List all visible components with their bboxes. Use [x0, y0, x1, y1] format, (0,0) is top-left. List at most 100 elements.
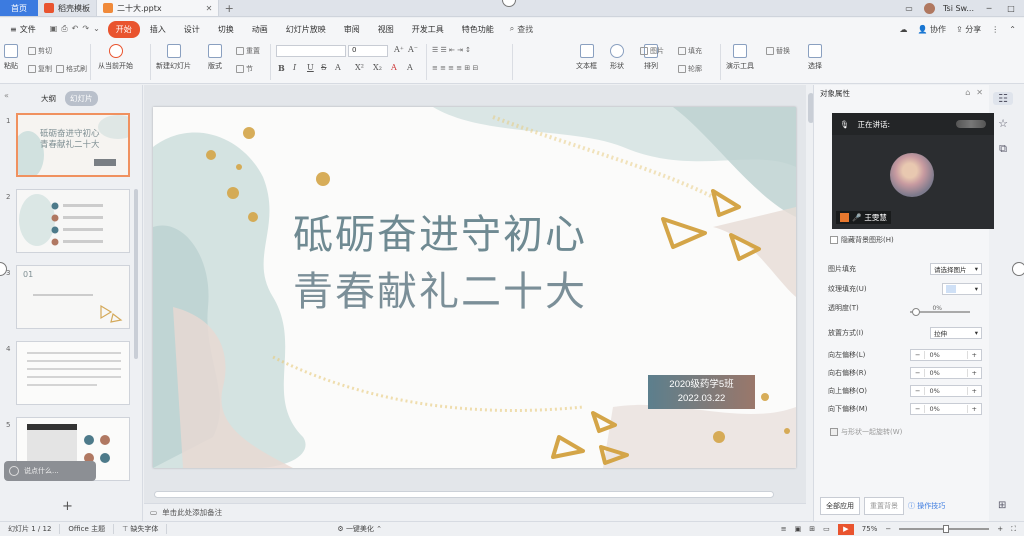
star-icon[interactable]: ☆	[998, 117, 1008, 130]
plus-icon[interactable]: +	[968, 369, 981, 377]
bullets-button[interactable]: ☰ ☰ ⇤ ⇥ ↕	[432, 46, 471, 54]
offset-up-value[interactable]: 0%	[924, 387, 968, 395]
add-slide-button[interactable]: +	[62, 499, 73, 514]
missing-font-button[interactable]: ⊤ 缺失字体	[114, 524, 168, 534]
print-icon[interactable]: ⎙	[61, 24, 67, 34]
tab-review[interactable]: 审阅	[336, 21, 368, 38]
tab-developer[interactable]: 开发工具	[404, 21, 452, 38]
slide-thumbnail-2[interactable]	[16, 189, 130, 253]
play-slideshow-button[interactable]: ▶	[837, 523, 854, 535]
placement-select[interactable]: 拉伸 ▾	[930, 327, 982, 339]
more-icon[interactable]: ⋮	[991, 25, 999, 34]
tab-transitions[interactable]: 切换	[210, 21, 242, 38]
save-icon[interactable]: ▣	[50, 24, 58, 34]
tab-view[interactable]: 视图	[370, 21, 402, 38]
file-menu[interactable]: ≡ 文件	[4, 24, 42, 35]
offset-up-stepper[interactable]: −0% +	[910, 385, 982, 397]
close-icon[interactable]: ✕	[976, 88, 983, 97]
reset-background-button[interactable]: 重置背景	[864, 497, 904, 515]
apply-all-button[interactable]: 全部应用	[820, 497, 860, 515]
zoom-level[interactable]: 75%	[862, 525, 878, 533]
slide-title-line2[interactable]: 青春献礼二十大	[293, 259, 693, 317]
decrease-font-icon[interactable]: A⁻	[408, 45, 418, 54]
grid-icon[interactable]: ⊞	[998, 500, 1006, 511]
zoom-in-icon[interactable]: +	[997, 525, 1003, 533]
replace-button[interactable]: 替换	[766, 46, 790, 56]
minus-icon[interactable]: −	[911, 405, 924, 413]
new-tab-button[interactable]: +	[219, 0, 239, 16]
avatar[interactable]	[923, 2, 935, 14]
font-size-select[interactable]: 0	[348, 45, 388, 57]
slide-editor[interactable]: 砥砺奋进守初心 青春献礼二十大 2020级药学5班 2022.03.22	[153, 107, 796, 468]
transparency-slider[interactable]	[910, 308, 970, 316]
outline-button[interactable]: 轮廓	[678, 64, 702, 74]
tab-design[interactable]: 设计	[176, 21, 208, 38]
new-slide-button[interactable]: 新建幻灯片	[156, 44, 191, 71]
align-buttons[interactable]: ≡ ≡ ≡ ≡ ⊞ ⊟	[432, 64, 478, 72]
tab-outline[interactable]: 大纲	[36, 91, 61, 106]
zoom-knob[interactable]	[943, 525, 950, 533]
redo-icon[interactable]: ↷	[82, 24, 89, 34]
theme-name[interactable]: Office 主题	[60, 524, 115, 534]
notes-area[interactable]: ▭ 单击此处添加备注	[144, 503, 806, 521]
italic-button[interactable]: I	[293, 63, 296, 72]
zoom-out-icon[interactable]: −	[885, 525, 891, 533]
minus-icon[interactable]: −	[911, 387, 924, 395]
select-button[interactable]: 选择	[808, 44, 822, 71]
plus-icon[interactable]: +	[968, 351, 981, 359]
shape-button[interactable]: 形状	[610, 44, 624, 71]
slide-thumbnail-3[interactable]: 01	[16, 265, 130, 329]
bold-button[interactable]: B	[278, 63, 285, 73]
copy-icon[interactable]: ⧉	[999, 142, 1007, 156]
collapse-ribbon-icon[interactable]: ⌃	[1009, 25, 1016, 34]
undo-icon[interactable]: ↶	[72, 24, 79, 34]
thumbnail-scrollbar[interactable]	[134, 189, 138, 359]
canvas-horizontal-scrollbar[interactable]	[154, 491, 774, 498]
section-button[interactable]: 节	[236, 64, 253, 74]
plus-icon[interactable]: +	[968, 405, 981, 413]
superscript-button[interactable]: X²	[355, 63, 364, 72]
tab-insert[interactable]: 插入	[142, 21, 174, 38]
copy-button[interactable]: 复制	[28, 64, 52, 74]
close-icon[interactable]: ✕	[206, 4, 213, 13]
increase-font-icon[interactable]: A⁺	[394, 45, 404, 54]
collapse-panel-icon[interactable]: «	[4, 91, 9, 100]
play-from-current-button[interactable]: 从当前开始	[98, 44, 133, 71]
texture-select[interactable]: ▾	[942, 283, 982, 295]
offset-right-value[interactable]: 0%	[924, 369, 968, 377]
normal-view-icon[interactable]: ▣	[795, 525, 802, 533]
notes-toggle-icon[interactable]: ≡	[781, 525, 787, 533]
font-family-select[interactable]	[276, 45, 346, 57]
underline-button[interactable]: U	[307, 63, 314, 72]
tablet-icon[interactable]: ▭	[902, 4, 916, 13]
class-date-textbox[interactable]: 2020级药学5班 2022.03.22	[648, 375, 755, 409]
slide-title-line1[interactable]: 砥砺奋进守初心	[293, 202, 693, 260]
offset-right-stepper[interactable]: −0% +	[910, 367, 982, 379]
fill-button[interactable]: 填充	[678, 46, 702, 56]
tab-docer-templates[interactable]: 稻壳模板	[38, 0, 97, 16]
cut-button[interactable]: 剪切	[28, 46, 52, 56]
search-box[interactable]: ⌕ 查找	[504, 24, 539, 35]
font-color-button[interactable]: A	[391, 63, 397, 72]
layout-button[interactable]: 版式	[208, 44, 222, 71]
minus-icon[interactable]: −	[911, 369, 924, 377]
tab-animations[interactable]: 动画	[244, 21, 276, 38]
home-tab[interactable]: 首页	[0, 0, 38, 16]
beautify-button[interactable]: ⚙ 一键美化 ⌃	[337, 524, 382, 534]
collab-button[interactable]: 👤 协作	[918, 24, 947, 35]
offset-left-stepper[interactable]: −0% +	[910, 349, 982, 361]
maximize-icon[interactable]: □	[1004, 4, 1018, 13]
meeting-video-overlay[interactable]: 🎙 正在讲话: 🎤 王雯慧	[832, 113, 994, 229]
format-painter-button[interactable]: 格式刷	[56, 64, 87, 74]
tab-home-ribbon[interactable]: 开始	[107, 20, 140, 38]
sorter-view-icon[interactable]: ⊞	[809, 525, 815, 533]
textbox-button[interactable]: 文本框	[576, 44, 597, 71]
picture-fill-select[interactable]: 请选择图片 ▾	[930, 263, 982, 275]
rotate-with-shape-checkbox[interactable]: 与形状一起旋转(W)	[830, 427, 902, 437]
zoom-slider[interactable]	[899, 525, 990, 533]
lock-icon[interactable]: ⌂	[965, 88, 970, 97]
user-name[interactable]: Tsi Sw...	[943, 4, 974, 13]
properties-icon[interactable]: ☷	[993, 92, 1013, 105]
slide-thumbnail-4[interactable]	[16, 341, 130, 405]
slider-knob[interactable]	[912, 308, 920, 316]
